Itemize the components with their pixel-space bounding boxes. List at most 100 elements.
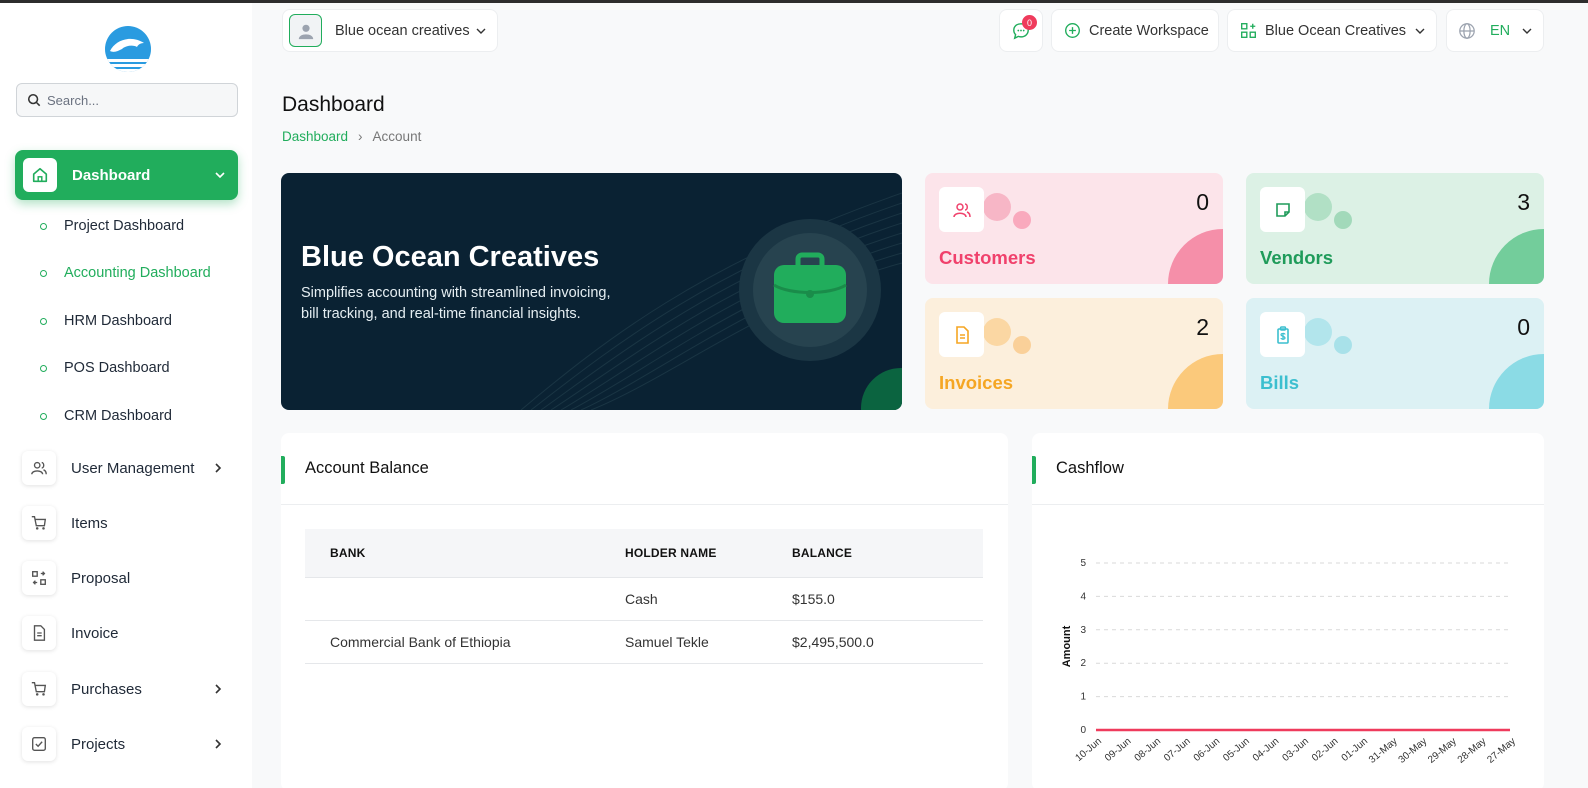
x-tick-label: 05-Jun	[1221, 736, 1251, 764]
sidebar-item-dashboard[interactable]: Dashboard	[15, 150, 238, 200]
x-tick-label: 28-May	[1456, 736, 1489, 766]
x-tick-label: 27-May	[1485, 736, 1518, 766]
bullet-icon	[40, 412, 47, 420]
bullet-icon	[40, 317, 47, 325]
decor-circle	[1304, 318, 1332, 346]
x-tick-label: 08-Jun	[1133, 736, 1163, 764]
decor-blob	[1168, 354, 1223, 409]
chevron-down-icon	[215, 172, 225, 179]
customers-icon	[939, 187, 984, 232]
bill-icon	[1260, 312, 1305, 357]
sidebar-item-purchases[interactable]: Purchases	[22, 671, 232, 707]
account-balance-panel: Account Balance BANK HOLDER NAME BALANCE…	[281, 433, 1008, 788]
sidebar-item-proposal[interactable]: Proposal	[22, 560, 232, 596]
sidebar-item-label: Purchases	[71, 680, 142, 698]
create-workspace-button[interactable]: Create Workspace	[1051, 9, 1219, 52]
cell-holder: Cash	[625, 577, 792, 621]
invoice-icon	[939, 312, 984, 357]
panel-header: Cashflow	[1032, 433, 1544, 505]
x-tick-label: 02-Jun	[1310, 736, 1340, 764]
stat-label: Customers	[939, 247, 1036, 268]
breadcrumb-link-dashboard[interactable]: Dashboard	[282, 129, 348, 144]
plus-circle-icon	[1065, 23, 1080, 38]
column-header-holder-name: HOLDER NAME	[625, 529, 792, 577]
panel-header: Account Balance	[281, 433, 1008, 505]
chevron-right-icon	[215, 739, 222, 749]
column-header-bank: BANK	[305, 529, 625, 577]
bullet-icon	[40, 222, 47, 230]
stat-card-customers[interactable]: 0 Customers	[925, 173, 1223, 284]
cashflow-panel: Cashflow 0 1 2 3 4 5 Amount 10-Jun 09-Jun 08-Jun 0…	[1032, 433, 1544, 788]
workspace-selector[interactable]: Blue ocean creatives	[282, 9, 498, 52]
panel-title: Cashflow	[1056, 459, 1124, 477]
decor-circle	[983, 193, 1011, 221]
stat-value: 3	[1517, 189, 1530, 215]
sidebar-subitem-crm-dashboard[interactable]: CRM Dashboard	[40, 405, 172, 427]
column-header-balance: BALANCE	[792, 529, 983, 577]
proposal-icon	[22, 561, 56, 595]
briefcase-icon	[773, 252, 847, 323]
stat-card-vendors[interactable]: 3 Vendors	[1246, 173, 1544, 284]
search-input[interactable]	[47, 92, 217, 108]
decor-blob	[1489, 354, 1544, 409]
language-selector[interactable]: EN	[1446, 9, 1544, 52]
banner-title: Blue Ocean Creatives	[301, 241, 600, 273]
company-selector[interactable]: Blue Ocean Creatives	[1227, 9, 1437, 52]
cell-bank: Commercial Bank of Ethiopia	[305, 620, 625, 664]
search-icon	[27, 93, 41, 107]
logo-icon[interactable]	[104, 25, 152, 73]
sidebar-subitem-accounting-dashboard[interactable]: Accounting Dashboard	[40, 262, 211, 284]
stat-value: 0	[1517, 314, 1530, 340]
chevron-down-icon	[1522, 28, 1532, 34]
y-tick-label: 4	[1080, 591, 1086, 602]
search-box[interactable]	[16, 83, 238, 117]
chevron-down-icon	[1415, 28, 1425, 34]
stat-label: Vendors	[1260, 247, 1333, 268]
y-tick-label: 3	[1080, 625, 1086, 636]
sidebar-subitem-hrm-dashboard[interactable]: HRM Dashboard	[40, 310, 172, 332]
breadcrumb-current: Account	[372, 129, 422, 144]
messages-button[interactable]: 0	[999, 9, 1043, 52]
sidebar-item-projects[interactable]: Projects	[22, 726, 232, 762]
message-count-badge: 0	[1022, 15, 1037, 30]
x-tick-label: 09-Jun	[1103, 736, 1133, 764]
decor-blob	[1168, 229, 1223, 284]
account-balance-table: BANK HOLDER NAME BALANCE Cash $155.0 Com…	[305, 529, 983, 664]
sidebar-item-items[interactable]: Items	[22, 505, 232, 541]
banner-description: Simplifies accounting with streamlined i…	[301, 285, 611, 322]
globe-icon	[1459, 22, 1475, 39]
sidebar-item-user-management[interactable]: User Management	[22, 450, 232, 486]
sidebar-item-label: Invoice	[71, 624, 119, 642]
stat-card-invoices[interactable]: 2 Invoices	[925, 298, 1223, 409]
cashflow-chart: 0 1 2 3 4 5 Amount 10-Jun 09-Jun 08-Jun 07-Jun 06-J…	[1061, 558, 1518, 766]
accent-bar	[281, 456, 285, 484]
sidebar-subitem-pos-dashboard[interactable]: POS Dashboard	[40, 357, 170, 379]
y-tick-label: 0	[1080, 725, 1086, 736]
company-banner: Blue Ocean Creatives Simplifies accounti…	[281, 173, 902, 410]
sidebar-subitem-project-dashboard[interactable]: Project Dashboard	[40, 215, 184, 237]
stat-card-bills[interactable]: 0 Bills	[1246, 298, 1544, 409]
sidebar-item-invoice[interactable]: Invoice	[22, 615, 232, 651]
document-icon	[22, 616, 56, 650]
decor-circle	[1334, 336, 1352, 354]
x-tick-label: 01-Jun	[1340, 736, 1370, 764]
stat-value: 0	[1196, 189, 1209, 215]
apps-icon	[1241, 23, 1256, 38]
checkbox-icon	[22, 727, 56, 761]
decor-circle	[983, 318, 1011, 346]
page-title: Dashboard	[282, 93, 385, 116]
decor-circle	[1013, 336, 1031, 354]
x-tick-label: 30-May	[1397, 736, 1430, 766]
home-icon	[23, 158, 57, 192]
table-row: Cash $155.0	[305, 577, 983, 621]
bullet-icon	[40, 269, 47, 277]
table-row: Commercial Bank of Ethiopia Samuel Tekle…	[305, 620, 983, 664]
stat-value: 2	[1196, 314, 1209, 340]
cell-bank	[305, 577, 625, 621]
users-icon	[22, 451, 56, 485]
y-tick-label: 1	[1080, 692, 1086, 703]
bullet-icon	[40, 364, 47, 372]
sidebar-subitem-label: POS Dashboard	[64, 360, 170, 376]
x-tick-label: 10-Jun	[1073, 736, 1103, 764]
sidebar-item-label: Proposal	[71, 569, 131, 587]
